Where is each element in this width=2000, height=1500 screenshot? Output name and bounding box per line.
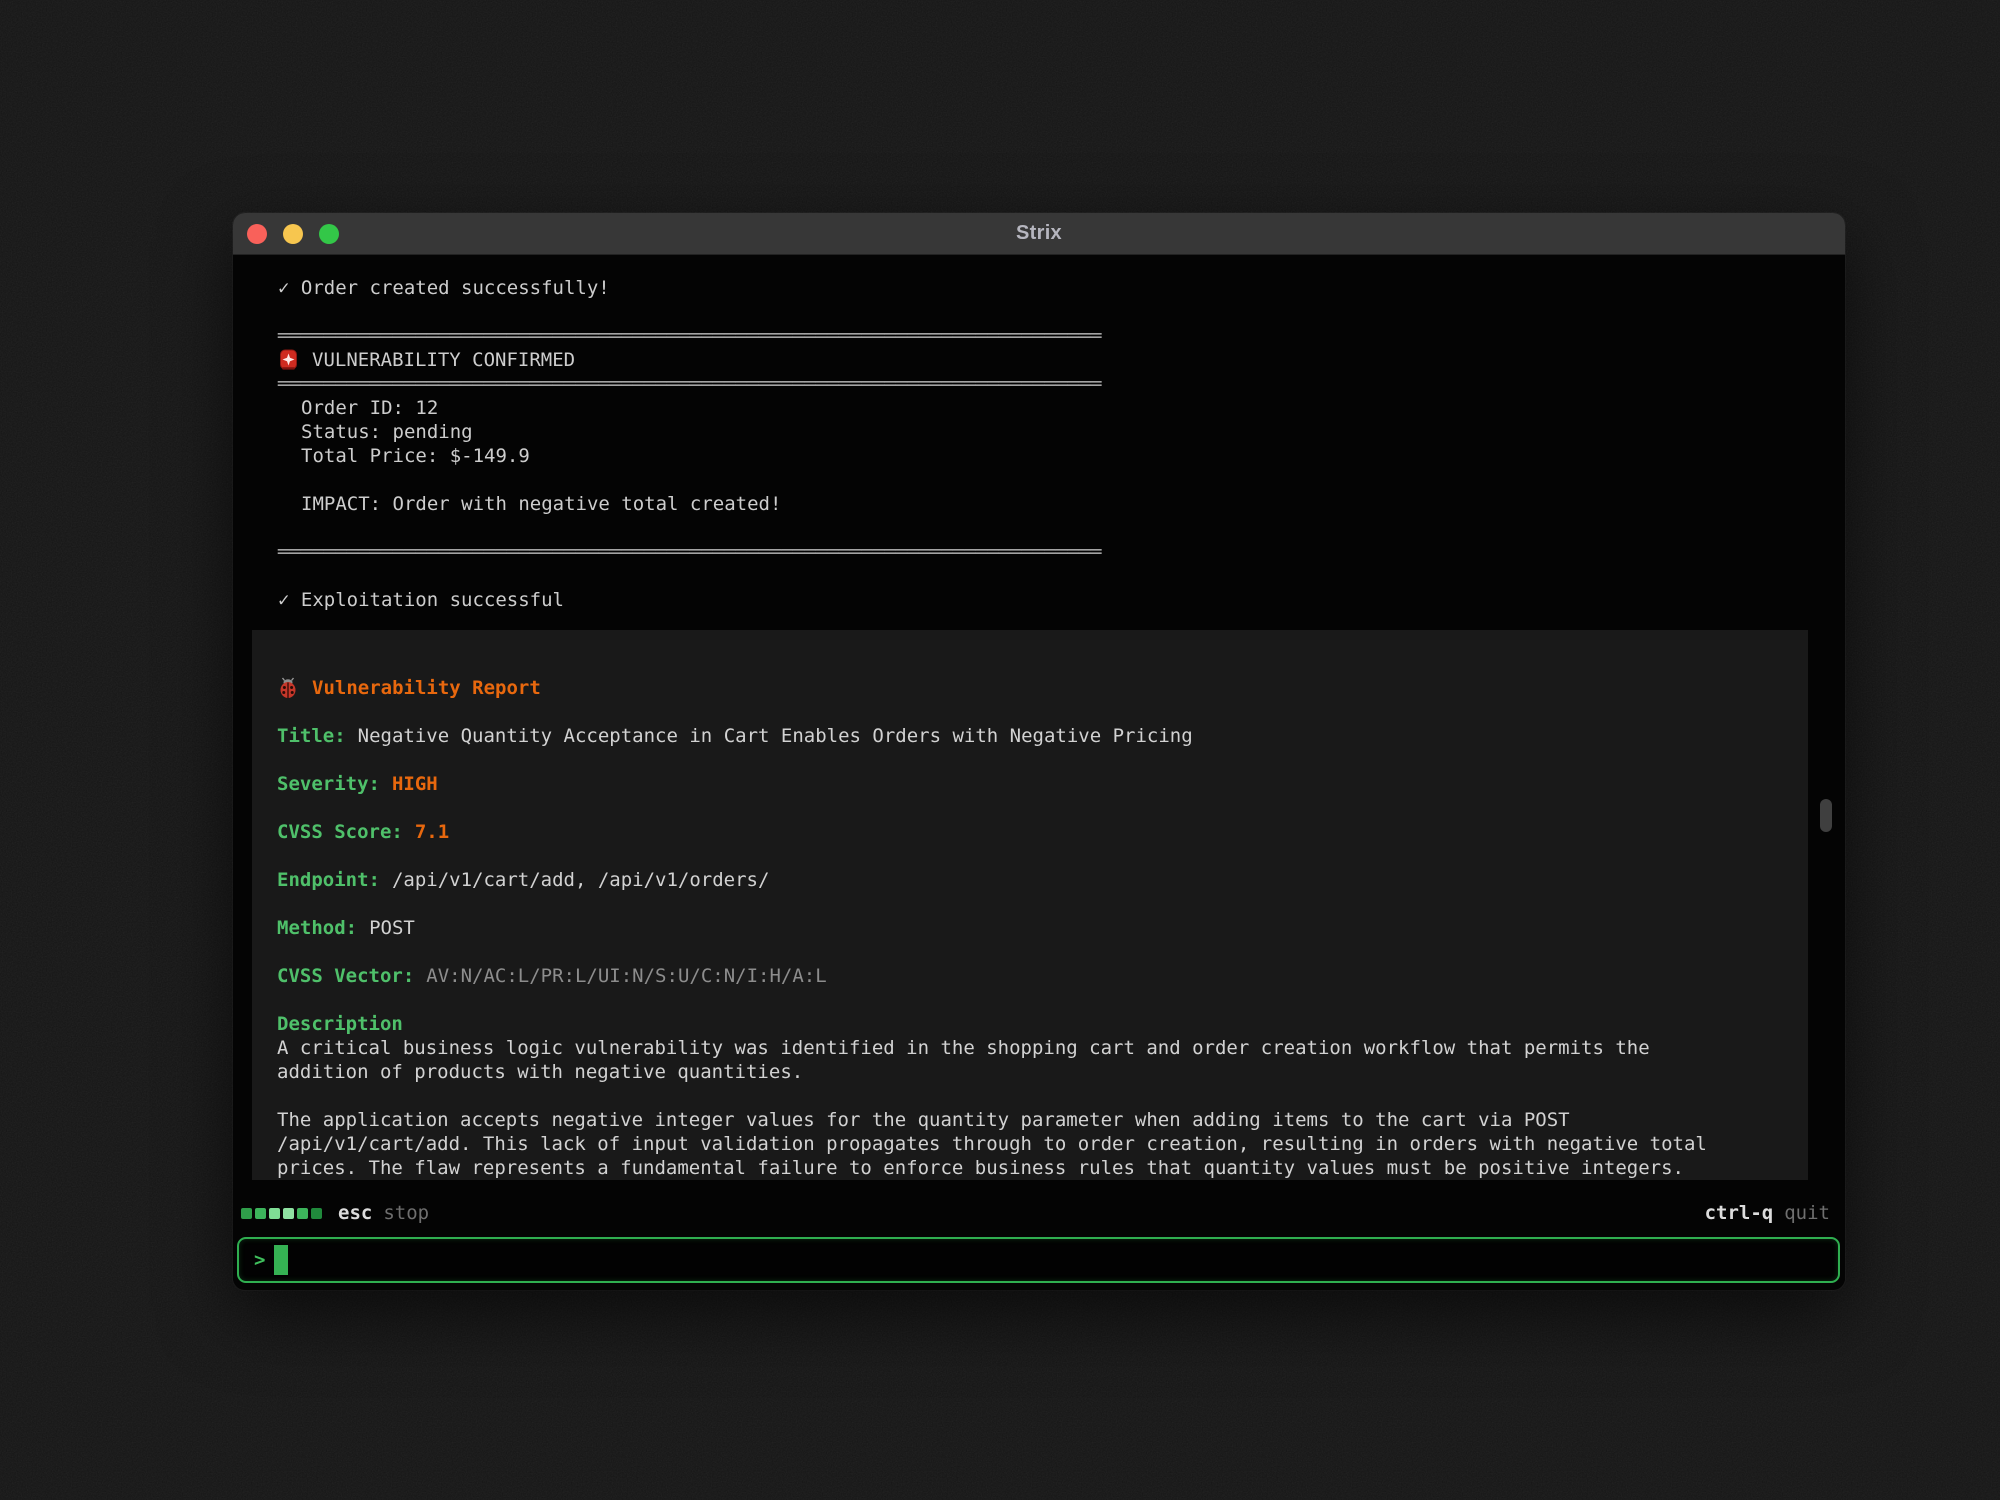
description-heading-row: Description [277, 1012, 1783, 1036]
stop-label: stop [383, 1202, 429, 1224]
spinner-square [255, 1208, 266, 1219]
spinner-square [297, 1208, 308, 1219]
description-line: A critical business logic vulnerability … [277, 1036, 1783, 1060]
status-right: ctrl-q quit [1705, 1202, 1830, 1224]
report-heading: Vulnerability Report [312, 676, 541, 700]
report-cvss-vector-row: CVSS Vector: AV:N/AC:L/PR:L/UI:N/S:U/C:N… [277, 964, 1783, 988]
ctrl-q-key-hint: ctrl-q [1705, 1202, 1774, 1224]
description-line: The application accepts negative integer… [277, 1108, 1783, 1132]
cvss-vector-value: AV:N/AC:L/PR:L/UI:N/S:U/C:N/I:H/A:L [426, 964, 826, 988]
quit-label: quit [1784, 1202, 1830, 1224]
spinner-square [283, 1208, 294, 1219]
description-heading: Description [277, 1012, 403, 1036]
report-cvss-score-row: CVSS Score: 7.1 [277, 820, 1783, 844]
impact-line: IMPACT: Order with negative total create… [278, 492, 1845, 516]
vulnerability-report-panel[interactable]: Vulnerability Report Title: Negative Qua… [252, 630, 1808, 1180]
report-heading-line: Vulnerability Report [277, 676, 1783, 700]
bug-icon [277, 677, 299, 699]
spinner-square [269, 1208, 280, 1219]
cvss-score-label: CVSS Score: [277, 820, 403, 844]
cvss-vector-label: CVSS Vector: [277, 964, 414, 988]
titlebar[interactable]: Strix [233, 213, 1845, 255]
report-severity-row: Severity: HIGH [277, 772, 1783, 796]
title-value: Negative Quantity Acceptance in Cart Ena… [358, 724, 1193, 748]
terminal-body: ✓ Order created successfully! ══════════… [233, 255, 1845, 1289]
spinner-square [241, 1208, 252, 1219]
vulnerability-confirmed-text: VULNERABILITY CONFIRMED [312, 348, 575, 372]
order-success-line: ✓ Order created successfully! [278, 276, 1845, 300]
exploitation-success-line: ✓ Exploitation successful [278, 588, 1845, 612]
total-price-line: Total Price: $-149.9 [278, 444, 1845, 468]
activity-spinner [241, 1208, 322, 1219]
endpoint-label: Endpoint: [277, 868, 380, 892]
severity-badge: HIGH [392, 772, 438, 796]
method-value: POST [369, 916, 415, 940]
report-method-row: Method: POST [277, 916, 1783, 940]
description-line: prices. The flaw represents a fundamenta… [277, 1156, 1783, 1180]
separator-line: ════════════════════════════════════════… [278, 324, 1845, 348]
report-endpoint-row: Endpoint: /api/v1/cart/add, /api/v1/orde… [277, 868, 1783, 892]
endpoint-value: /api/v1/cart/add, /api/v1/orders/ [392, 868, 770, 892]
scrollbar-thumb[interactable] [1820, 799, 1832, 832]
terminal-window: Strix ✓ Order created successfully! ════… [233, 213, 1845, 1290]
vulnerability-confirmed-line: VULNERABILITY CONFIRMED [278, 348, 1845, 372]
terminal-output: ✓ Order created successfully! ══════════… [233, 255, 1845, 612]
status-bar: esc stop ctrl-q quit [241, 1201, 1830, 1225]
severity-label: Severity: [277, 772, 380, 796]
separator-line: ════════════════════════════════════════… [278, 372, 1845, 396]
method-label: Method: [277, 916, 357, 940]
description-line: addition of products with negative quant… [277, 1060, 1783, 1084]
order-id-line: Order ID: 12 [278, 396, 1845, 420]
cvss-score-value: 7.1 [415, 820, 449, 844]
text-cursor [274, 1245, 288, 1275]
siren-icon [278, 349, 299, 371]
description-line: /api/v1/cart/add. This lack of input val… [277, 1132, 1783, 1156]
esc-key-hint: esc [338, 1202, 372, 1224]
status-left: esc stop [241, 1202, 429, 1224]
separator-line: ════════════════════════════════════════… [278, 540, 1845, 564]
title-label: Title: [277, 724, 346, 748]
spinner-square [311, 1208, 322, 1219]
report-title-row: Title: Negative Quantity Acceptance in C… [277, 724, 1783, 748]
prompt-symbol: > [254, 1237, 265, 1283]
command-input[interactable]: > [237, 1237, 1840, 1283]
order-status-line: Status: pending [278, 420, 1845, 444]
window-title: Strix [233, 222, 1845, 245]
